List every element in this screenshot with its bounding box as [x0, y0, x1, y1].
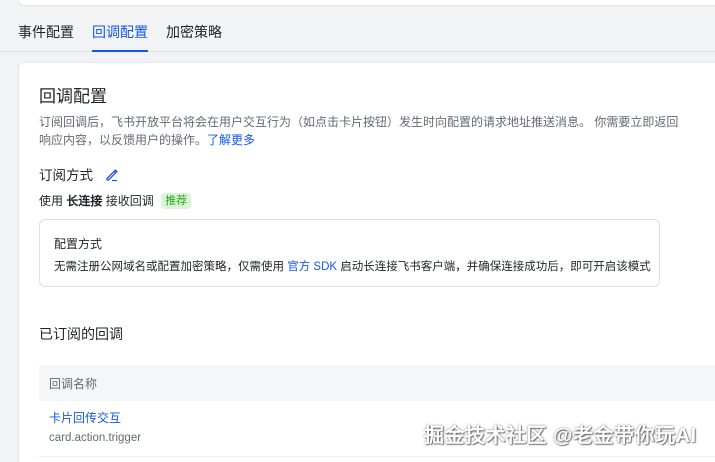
config-desc-suffix: 启动长连接飞书客户端，并确保连接成功后，即可开启该模式 — [340, 261, 651, 273]
top-strip — [0, 0, 715, 12]
learn-more-link[interactable]: 了解更多 — [207, 133, 255, 147]
config-method-title: 配置方式 — [54, 237, 103, 251]
tab-callback-config[interactable]: 回调配置 — [92, 22, 148, 52]
callback-name-link[interactable]: 卡片回传交互 — [49, 409, 121, 427]
top-card-edge — [18, 0, 715, 6]
tab-bar: 事件配置 回调配置 加密策略 — [0, 12, 715, 52]
config-method-description: 无需注册公网域名或配置加密策略，仅需使用 官方 SDK 启动长连接飞书客户端，并… — [54, 258, 651, 276]
config-method-box: 配置方式 无需注册公网域名或配置加密策略，仅需使用 官方 SDK 启动长连接飞书… — [39, 219, 660, 287]
subscribed-callbacks-title: 已订阅的回调 — [39, 326, 123, 342]
page-description: 订阅回调后，飞书开放平台将会在用户交互行为（如点击卡片按钮）发生时向配置的请求地… — [39, 113, 679, 149]
description-text: 订阅回调后，飞书开放平台将会在用户交互行为（如点击卡片按钮）发生时向配置的请求地… — [39, 115, 679, 147]
callback-config-panel: 回调配置 订阅回调后，飞书开放平台将会在用户交互行为（如点击卡片按钮）发生时向配… — [18, 62, 715, 462]
usage-mode: 长连接 — [66, 194, 103, 208]
column-header-callback-name: 回调名称 — [49, 377, 98, 391]
page-title: 回调配置 — [39, 87, 107, 106]
callback-event-key: card.action.trigger — [49, 432, 142, 444]
tab-encryption-policy[interactable]: 加密策略 — [166, 22, 222, 50]
usage-prefix: 使用 — [39, 194, 64, 208]
table-header: 回调名称 — [39, 365, 715, 401]
subscription-method-label: 订阅方式 — [39, 168, 93, 183]
edit-icon[interactable] — [104, 167, 120, 183]
watermark-text: 掘金技术社区 @老金带你玩AI — [424, 425, 697, 447]
subscription-mode: 使用 长连接 接收回调 推荐 — [39, 192, 192, 210]
official-sdk-link[interactable]: 官方 SDK — [287, 261, 337, 273]
recommend-badge: 推荐 — [161, 193, 192, 209]
config-desc-prefix: 无需注册公网域名或配置加密策略，仅需使用 — [54, 261, 284, 273]
tab-event-config[interactable]: 事件配置 — [18, 22, 74, 50]
usage-suffix: 接收回调 — [105, 194, 154, 208]
